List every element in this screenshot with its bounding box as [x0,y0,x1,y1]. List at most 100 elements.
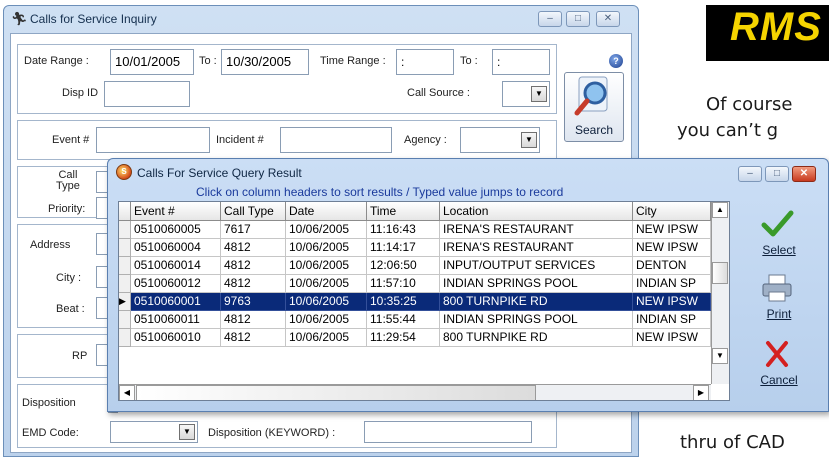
scroll-up-arrow[interactable]: ▲ [712,202,728,218]
cell-date: 10/06/2005 [286,311,367,329]
emd-code-label: EMD Code: [22,427,79,439]
inquiry-window-title: Calls for Service Inquiry [30,12,157,26]
row-header[interactable] [119,221,131,239]
grid-corner [119,202,131,221]
column-header-location[interactable]: Location [440,202,633,221]
call-type-section: Call Type Priority: [17,166,117,219]
runner-icon: 🏃︎ [11,11,28,26]
x-icon [760,339,794,369]
magnifier-icon [574,76,608,116]
cell-city: NEW IPSW [633,239,711,257]
current-row-indicator[interactable]: ▶ [119,293,131,311]
emd-code-select[interactable]: ▼ [110,421,198,443]
date-to-field[interactable]: 10/30/2005 [221,49,309,75]
results-grid: Event # Call Type Date Time Location City 051… [118,201,730,401]
cell-date: 10/06/2005 [286,257,367,275]
print-button[interactable]: Print [736,273,822,339]
column-header-date[interactable]: Date [286,202,367,221]
table-row[interactable]: 0510060012 4812 10/06/2005 11:57:10 INDIAN S… [119,275,711,293]
cell-event-number: 0510060005 [131,221,221,239]
scroll-left-arrow[interactable]: ◀ [119,385,135,400]
cell-date: 10/06/2005 [286,221,367,239]
scroll-down-arrow[interactable]: ▼ [712,348,728,364]
cancel-label: Cancel [760,373,798,387]
scroll-right-arrow[interactable]: ▶ [693,385,709,400]
cell-call-type: 4812 [221,329,286,347]
select-button[interactable]: Select [736,209,822,275]
table-row[interactable]: 0510060004 4812 10/06/2005 11:14:17 IRENA'S … [119,239,711,257]
minimize-button[interactable]: – [538,11,562,27]
sort-hint-text: Click on column headers to sort results … [196,185,564,199]
result-minimize-button[interactable]: – [738,166,762,182]
maximize-button[interactable]: □ [566,11,590,27]
time-to-field[interactable]: : [492,49,550,75]
table-row[interactable]: 0510060005 7617 10/06/2005 11:16:43 IRENA'S … [119,221,711,239]
column-header-event-number[interactable]: Event # [131,202,221,221]
cell-city: NEW IPSW [633,293,711,311]
close-button[interactable]: ✕ [596,11,620,27]
cell-city: NEW IPSW [633,329,711,347]
address-label: Address [30,239,71,251]
date-range-label: Date Range : [24,55,89,67]
disp-id-field[interactable] [104,81,190,107]
row-header[interactable] [119,275,131,293]
cell-event-number: 0510060014 [131,257,221,275]
result-maximize-button[interactable]: □ [765,166,789,182]
table-row[interactable]: 0510060010 4812 10/06/2005 11:29:54 800 TURN… [119,329,711,347]
cell-location: INDIAN SPRINGS POOL [440,311,633,329]
column-header-city[interactable]: City [633,202,711,221]
table-row[interactable]: 0510060014 4812 10/06/2005 12:06:50 INPUT/OU… [119,257,711,275]
search-button[interactable]: Search [564,72,624,142]
horizontal-scroll-thumb[interactable] [136,385,536,400]
cell-event-number: 0510060012 [131,275,221,293]
column-header-call-type[interactable]: Call Type [221,202,286,221]
result-close-button[interactable]: ✕ [792,166,816,182]
cell-time: 11:55:44 [367,311,440,329]
row-header[interactable] [119,257,131,275]
cell-time: 11:57:10 [367,275,440,293]
priority-label: Priority: [48,203,86,215]
horizontal-scrollbar[interactable]: ◀ ▶ [119,384,711,400]
cell-call-type: 4812 [221,311,286,329]
cell-location: IRENA'S RESTAURANT [440,239,633,257]
chevron-down-icon[interactable]: ▼ [179,424,195,440]
cancel-button[interactable]: Cancel [736,339,822,405]
inquiry-title-bar[interactable]: 🏃︎ Calls for Service Inquiry – □ ✕ [4,6,638,32]
cell-city: DENTON [633,257,711,275]
cell-location: INDIAN SPRINGS POOL [440,275,633,293]
cell-event-number: 0510060004 [131,239,221,257]
agency-select[interactable]: ▼ [460,127,540,153]
chevron-down-icon[interactable]: ▼ [531,86,547,102]
disposition-keyword-field[interactable] [364,421,532,443]
event-number-field[interactable] [96,127,210,153]
call-source-label: Call Source : [407,87,470,99]
cell-time: 10:35:25 [367,293,440,311]
cell-time: 11:14:17 [367,239,440,257]
incident-number-field[interactable] [280,127,392,153]
table-row[interactable]: ▶ 0510060001 9763 10/06/2005 10:35:25 800 TUR… [119,293,711,311]
call-source-select[interactable]: ▼ [502,81,550,107]
date-from-field[interactable]: 10/01/2005 [110,49,194,75]
chevron-down-icon[interactable]: ▼ [521,132,537,148]
vertical-scrollbar[interactable]: ▲ ▼ [711,202,729,384]
cell-city: INDIAN SP [633,275,711,293]
agency-label: Agency : [404,134,447,146]
help-icon[interactable]: ? [609,54,623,68]
vertical-scroll-thumb[interactable] [712,262,728,284]
disposition-label: Disposition [22,397,76,409]
search-label: Search [574,123,614,137]
slide-text-line-2: you can’t g [677,120,779,141]
table-row[interactable]: 0510060011 4812 10/06/2005 11:55:44 INDIAN S… [119,311,711,329]
row-header[interactable] [119,239,131,257]
cell-event-number: 0510060001 [131,293,221,311]
cell-location: IRENA'S RESTAURANT [440,221,633,239]
time-from-field[interactable]: : [396,49,454,75]
rp-section: RP [17,334,117,378]
cell-date: 10/06/2005 [286,329,367,347]
row-header[interactable] [119,311,131,329]
column-header-time[interactable]: Time [367,202,440,221]
cell-city: NEW IPSW [633,221,711,239]
address-section: Address City : Beat : [17,224,117,328]
rp-label: RP [72,350,88,362]
row-header[interactable] [119,329,131,347]
